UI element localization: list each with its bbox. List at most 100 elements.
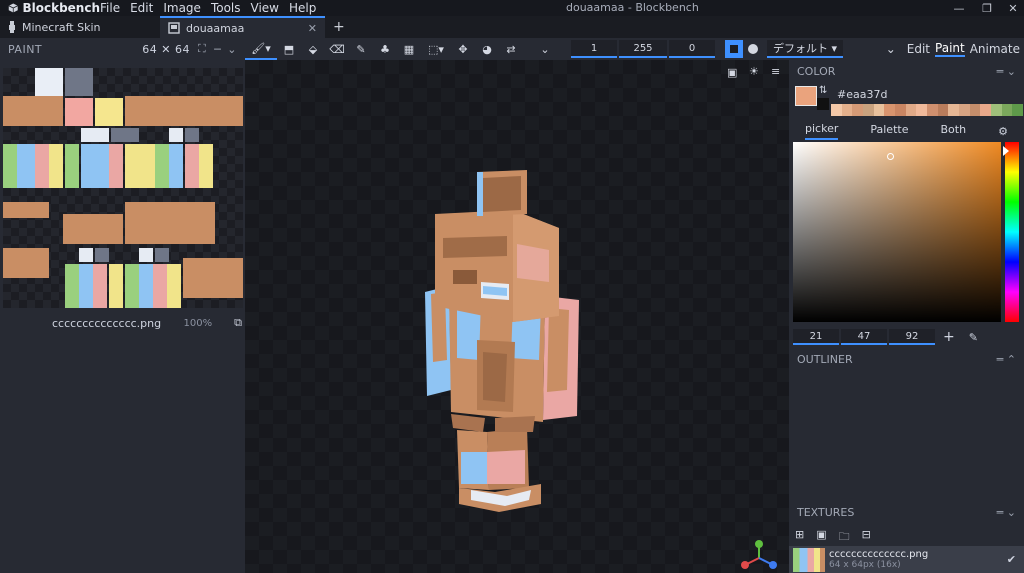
skin-file-icon (168, 22, 180, 34)
hue-handle[interactable] (1003, 146, 1009, 156)
texture-list-item[interactable]: cccccccccccccc.png 64 x 64px (16x) ✔ (789, 546, 1024, 573)
window-title: douaamaa - Blockbench (566, 1, 699, 14)
skin-model[interactable] (245, 60, 789, 573)
opacity-input[interactable]: 255 (619, 40, 667, 58)
softness-input[interactable]: 0 (669, 40, 715, 58)
fullscreen-icon[interactable]: ⛶ (198, 42, 206, 56)
mode-edit[interactable]: Edit (907, 42, 930, 56)
3d-viewport[interactable]: ▣ ☀ ≡ (245, 60, 789, 573)
round-brush-button[interactable] (743, 38, 763, 60)
panel-menu-icon[interactable]: ═ ⌃ (997, 353, 1016, 366)
picker-handle[interactable] (887, 153, 894, 160)
menu-tools[interactable]: Tools (211, 1, 241, 15)
texture-grid-icon[interactable]: ⊟ (862, 528, 871, 547)
palette-swatch[interactable] (969, 104, 981, 116)
palette-swatch[interactable] (980, 104, 992, 116)
texture-name: cccccccccccccc.png (829, 548, 929, 560)
texture-thumbnail (793, 547, 825, 572)
blockbench-logo-icon (8, 3, 18, 13)
brush-size-input[interactable]: 1 (571, 40, 617, 58)
tab-douaamaa[interactable]: douaamaa ✕ (160, 16, 325, 38)
palette-swatch[interactable] (841, 104, 853, 116)
swap-colors-icon[interactable]: ⇅ (819, 85, 827, 96)
palette-swatch[interactable] (831, 104, 842, 116)
current-color-swatch[interactable] (795, 86, 817, 106)
palette-swatch[interactable] (895, 104, 906, 116)
palette-swatch[interactable] (948, 104, 960, 116)
paint-panel-header: PAINT 64 ✕ 64 ⛶ ─ ⌄ (0, 38, 245, 60)
stamp-tool-icon[interactable]: ⬒ (277, 38, 301, 60)
shapes-tool-icon[interactable]: ♣ (373, 38, 397, 60)
close-window-button[interactable]: ✕ (998, 0, 1024, 16)
tab-both[interactable]: Both (941, 123, 967, 139)
fill-tool-icon[interactable]: ⬙ (301, 38, 325, 60)
panel-menu-icon[interactable]: ═ ⌄ (997, 65, 1016, 78)
palette-swatch[interactable] (1001, 104, 1013, 116)
gradient-tool-icon[interactable]: ▦ (397, 38, 421, 60)
texture-actions: ⊞ ▣ 🗀 ⊟ (795, 528, 871, 547)
mode-dropdown-icon[interactable]: ⌄ (886, 42, 896, 56)
menu-file[interactable]: File (100, 1, 120, 15)
palette-swatch[interactable] (991, 104, 1002, 116)
chevron-down-icon[interactable]: ⌄ (227, 43, 237, 56)
panel-menu-icon[interactable]: ═ ⌄ (997, 506, 1016, 519)
panel-title: COLOR (797, 64, 836, 78)
uv-editor-canvas[interactable] (3, 68, 243, 308)
check-icon[interactable]: ✔ (1007, 553, 1016, 566)
hue-slider[interactable] (1003, 142, 1019, 322)
selection-tool-icon[interactable]: ⬚▾ (421, 38, 451, 60)
textures-header: TEXTURES ═ ⌄ (789, 501, 1024, 523)
palette-swatch[interactable] (852, 104, 864, 116)
tab-label: Minecraft Skin (22, 20, 101, 34)
tab-picker[interactable]: picker (805, 122, 839, 140)
close-tab-icon[interactable]: ✕ (308, 22, 317, 35)
mode-paint[interactable]: Paint (935, 41, 965, 57)
square-brush-button[interactable] (725, 40, 743, 58)
palette-swatch[interactable] (916, 104, 928, 116)
tab-minecraft-skin[interactable]: Minecraft Skin (0, 16, 160, 38)
panel-title: TEXTURES (797, 505, 855, 519)
hex-value[interactable]: #eaa37d (837, 88, 887, 101)
red-input[interactable]: 21 (793, 329, 839, 345)
green-input[interactable]: 47 (841, 329, 887, 345)
palette-swatch[interactable] (959, 104, 970, 116)
new-texture-icon[interactable]: ▣ (816, 528, 826, 547)
palette-swatch[interactable] (873, 104, 885, 116)
settings-gear-icon[interactable]: ⚙ (998, 125, 1008, 138)
tab-palette[interactable]: Palette (870, 123, 908, 139)
menu-view[interactable]: View (251, 1, 279, 15)
chevron-down-icon[interactable]: ⌄ (533, 38, 557, 60)
menu-help[interactable]: Help (289, 1, 316, 15)
palette-swatch[interactable] (927, 104, 938, 116)
palette-swatch[interactable] (863, 104, 874, 116)
texture-file-name: cccccccccccccc.png (52, 316, 162, 330)
texture-meta: 64 x 64px (16x) (829, 559, 901, 570)
add-color-icon[interactable]: + (943, 329, 955, 345)
import-texture-icon[interactable]: ⊞ (795, 528, 804, 547)
menu-edit[interactable]: Edit (130, 1, 153, 15)
palette-swatch[interactable] (937, 104, 949, 116)
move-tool-icon[interactable]: ✥ (451, 38, 475, 60)
new-tab-button[interactable]: + (325, 16, 353, 38)
saturation-value-picker[interactable] (793, 142, 1001, 322)
rgb-fields: 21 47 92 + ✎ (793, 328, 978, 346)
menu-image[interactable]: Image (163, 1, 201, 15)
blend-mode-select[interactable]: デフォルト ▾ (767, 40, 844, 58)
mode-animate[interactable]: Animate (970, 42, 1020, 56)
palette-swatch[interactable] (1012, 104, 1024, 116)
recent-colors[interactable] (831, 104, 1024, 116)
panel-menu-icon[interactable]: ─ (214, 43, 221, 56)
copy-icon[interactable]: ⧉ (234, 316, 242, 330)
minimize-button[interactable]: — (944, 0, 974, 16)
eyedropper-icon[interactable]: ✎ (969, 331, 978, 344)
mirror-icon[interactable]: ⇄ (499, 38, 523, 60)
secondary-color-swatch[interactable] (817, 98, 829, 110)
eraser-tool-icon[interactable]: ⌫ (325, 38, 349, 60)
blue-input[interactable]: 92 (889, 329, 935, 345)
folder-icon[interactable]: 🗀 (839, 528, 850, 547)
palette-icon[interactable]: ◕ (475, 38, 499, 60)
brush-tool-icon[interactable]: 🖌▾ (245, 38, 277, 60)
palette-swatch[interactable] (884, 104, 896, 116)
palette-swatch[interactable] (905, 104, 917, 116)
eyedropper-tool-icon[interactable]: ✎ (349, 38, 373, 60)
